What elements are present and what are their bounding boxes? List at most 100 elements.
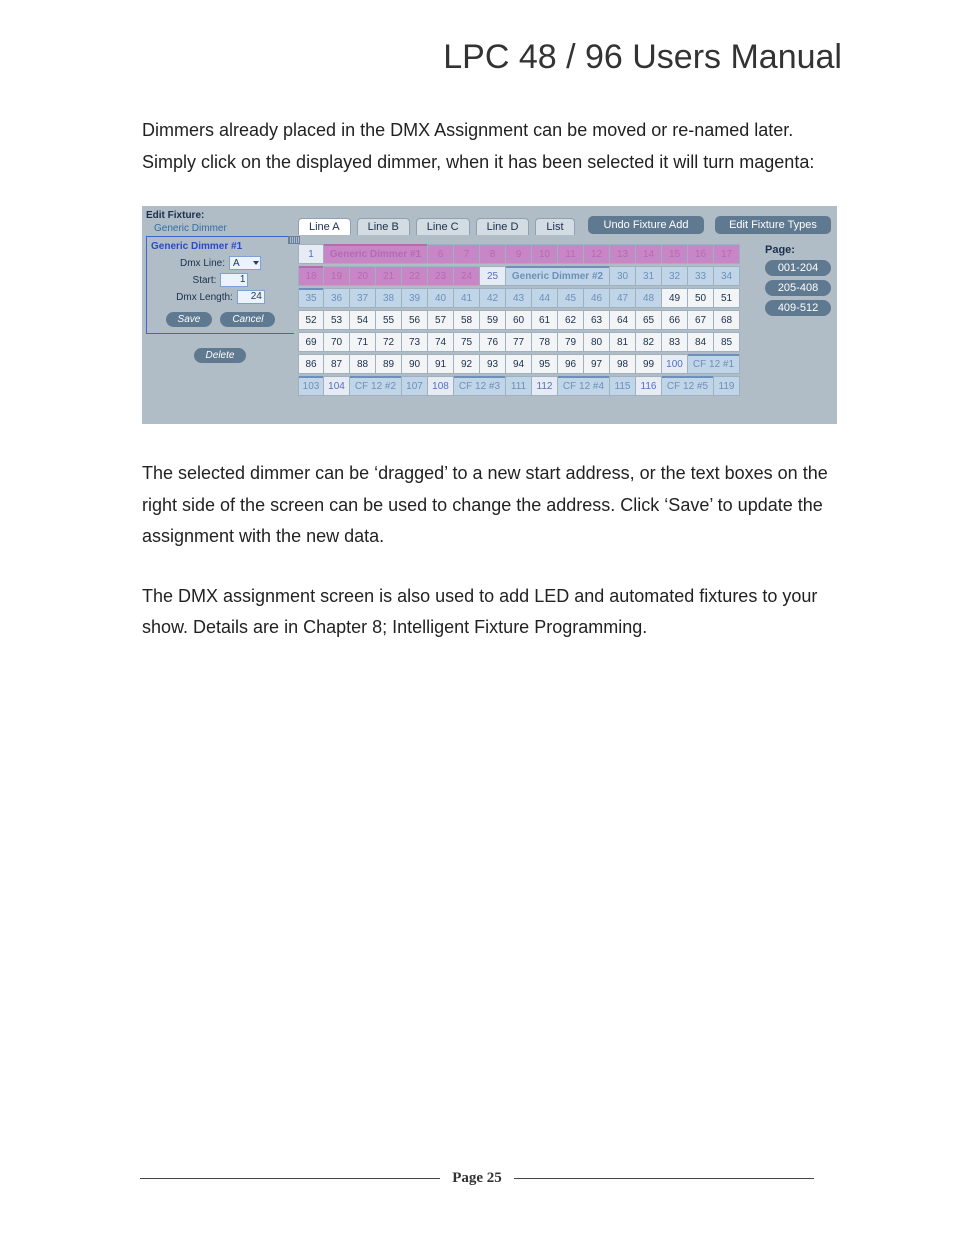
dmx-cell[interactable]: 84 <box>688 332 714 352</box>
dmx-cell[interactable]: 15 <box>662 244 688 264</box>
dmx-cell[interactable]: 13 <box>610 244 636 264</box>
dmx-cell[interactable]: 1 <box>298 244 324 264</box>
tab-line-c[interactable]: Line C <box>416 218 470 235</box>
dmx-line-select[interactable]: A <box>229 256 261 270</box>
undo-fixture-add-button[interactable]: Undo Fixture Add <box>588 216 704 234</box>
dmx-cell[interactable]: 23 <box>428 266 454 286</box>
dmx-cell[interactable]: 97 <box>584 354 610 374</box>
dmx-cell[interactable]: 90 <box>402 354 428 374</box>
dmx-cell[interactable]: 119 <box>714 376 740 396</box>
dmx-cell[interactable]: 6 <box>428 244 454 264</box>
dmx-cell[interactable]: 59 <box>480 310 506 330</box>
dmx-cell[interactable]: 107 <box>402 376 428 396</box>
dmx-cell[interactable]: 62 <box>558 310 584 330</box>
dmx-cell[interactable]: 103 <box>298 376 324 396</box>
dmx-cell[interactable]: 78 <box>532 332 558 352</box>
dmx-cell[interactable]: 49 <box>662 288 688 308</box>
dmx-cell[interactable]: 112 <box>532 376 558 396</box>
tab-line-d[interactable]: Line D <box>476 218 530 235</box>
dmx-cell[interactable]: 34 <box>714 266 740 286</box>
dmx-cell-cf1[interactable]: CF 12 #1 <box>688 354 740 374</box>
dmx-cell[interactable]: 32 <box>662 266 688 286</box>
dmx-cell[interactable]: 95 <box>532 354 558 374</box>
dmx-cell[interactable]: 56 <box>402 310 428 330</box>
cancel-button[interactable]: Cancel <box>220 312 275 327</box>
dmx-cell[interactable]: 46 <box>584 288 610 308</box>
dmx-cell[interactable]: 99 <box>636 354 662 374</box>
dmx-cell[interactable]: 43 <box>506 288 532 308</box>
page-nav-1[interactable]: 001-204 <box>765 260 831 276</box>
dmx-cell[interactable]: 14 <box>636 244 662 264</box>
page-nav-3[interactable]: 409-512 <box>765 300 831 316</box>
dmx-cell[interactable]: 86 <box>298 354 324 374</box>
tab-list[interactable]: List <box>535 218 574 235</box>
dmx-cell[interactable]: 67 <box>688 310 714 330</box>
tab-line-a[interactable]: Line A <box>298 218 351 235</box>
dmx-cell[interactable]: 93 <box>480 354 506 374</box>
dmx-cell[interactable]: 30 <box>610 266 636 286</box>
dmx-cell[interactable]: 68 <box>714 310 740 330</box>
dmx-cell[interactable]: 40 <box>428 288 454 308</box>
dmx-cell[interactable]: 47 <box>610 288 636 308</box>
dmx-cell[interactable]: 88 <box>350 354 376 374</box>
dmx-cell[interactable]: 12 <box>584 244 610 264</box>
dmx-cell-cf3[interactable]: CF 12 #3 <box>454 376 506 396</box>
dmx-cell[interactable]: 76 <box>480 332 506 352</box>
dmx-cell[interactable]: 41 <box>454 288 480 308</box>
dmx-cell[interactable]: 100 <box>662 354 688 374</box>
dmx-cell[interactable]: 31 <box>636 266 662 286</box>
dmx-cell-cf2[interactable]: CF 12 #2 <box>350 376 402 396</box>
dmx-cell[interactable]: 36 <box>324 288 350 308</box>
dmx-cell[interactable]: 82 <box>636 332 662 352</box>
dmx-cell[interactable]: 64 <box>610 310 636 330</box>
dmx-cell[interactable]: 92 <box>454 354 480 374</box>
dmx-cell[interactable]: 87 <box>324 354 350 374</box>
dmx-cell[interactable]: 51 <box>714 288 740 308</box>
delete-button[interactable]: Delete <box>194 348 247 363</box>
dmx-cell[interactable]: 39 <box>402 288 428 308</box>
dmx-cell[interactable]: 61 <box>532 310 558 330</box>
dmx-cell[interactable]: 35 <box>298 288 324 308</box>
dmx-cell[interactable]: 33 <box>688 266 714 286</box>
dmx-cell[interactable]: 73 <box>402 332 428 352</box>
dmx-cell[interactable]: 58 <box>454 310 480 330</box>
dmx-cell[interactable]: 85 <box>714 332 740 352</box>
dmx-cell[interactable]: 111 <box>506 376 532 396</box>
dmx-cell[interactable]: 63 <box>584 310 610 330</box>
page-nav-2[interactable]: 205-408 <box>765 280 831 296</box>
dmx-cell[interactable]: 18 <box>298 266 324 286</box>
dmx-cell[interactable]: 8 <box>480 244 506 264</box>
dmx-cell[interactable]: 48 <box>636 288 662 308</box>
dmx-cell[interactable]: 16 <box>688 244 714 264</box>
dmx-cell[interactable]: 74 <box>428 332 454 352</box>
dmx-cell[interactable]: 57 <box>428 310 454 330</box>
dmx-cell[interactable]: 53 <box>324 310 350 330</box>
dmx-cell[interactable]: 108 <box>428 376 454 396</box>
dmx-cell[interactable]: 96 <box>558 354 584 374</box>
drag-handle-icon[interactable] <box>288 236 300 244</box>
dmx-cell[interactable]: 9 <box>506 244 532 264</box>
dmx-cell[interactable]: 11 <box>558 244 584 264</box>
dmx-cell[interactable]: 22 <box>402 266 428 286</box>
edit-fixture-types-button[interactable]: Edit Fixture Types <box>715 216 831 234</box>
dmx-cell[interactable]: 19 <box>324 266 350 286</box>
dmx-cell[interactable]: 24 <box>454 266 480 286</box>
dmx-cell[interactable]: 77 <box>506 332 532 352</box>
dmx-cell[interactable]: 25 <box>480 266 506 286</box>
dmx-cell[interactable]: 80 <box>584 332 610 352</box>
dmx-cell[interactable]: 98 <box>610 354 636 374</box>
save-button[interactable]: Save <box>166 312 213 327</box>
dmx-cell[interactable]: 79 <box>558 332 584 352</box>
dmx-cell[interactable]: 71 <box>350 332 376 352</box>
dmx-cell[interactable]: 37 <box>350 288 376 308</box>
dmx-cell[interactable]: 60 <box>506 310 532 330</box>
dmx-length-input[interactable]: 24 <box>237 290 265 304</box>
dmx-cell[interactable]: 116 <box>636 376 662 396</box>
dmx-cell[interactable]: 115 <box>610 376 636 396</box>
dmx-cell-dimmer1[interactable]: Generic Dimmer #1 <box>324 244 428 264</box>
dmx-cell[interactable]: 20 <box>350 266 376 286</box>
start-input[interactable]: 1 <box>220 273 248 287</box>
dmx-cell-cf5[interactable]: CF 12 #5 <box>662 376 714 396</box>
dmx-cell[interactable]: 54 <box>350 310 376 330</box>
dmx-cell[interactable]: 42 <box>480 288 506 308</box>
